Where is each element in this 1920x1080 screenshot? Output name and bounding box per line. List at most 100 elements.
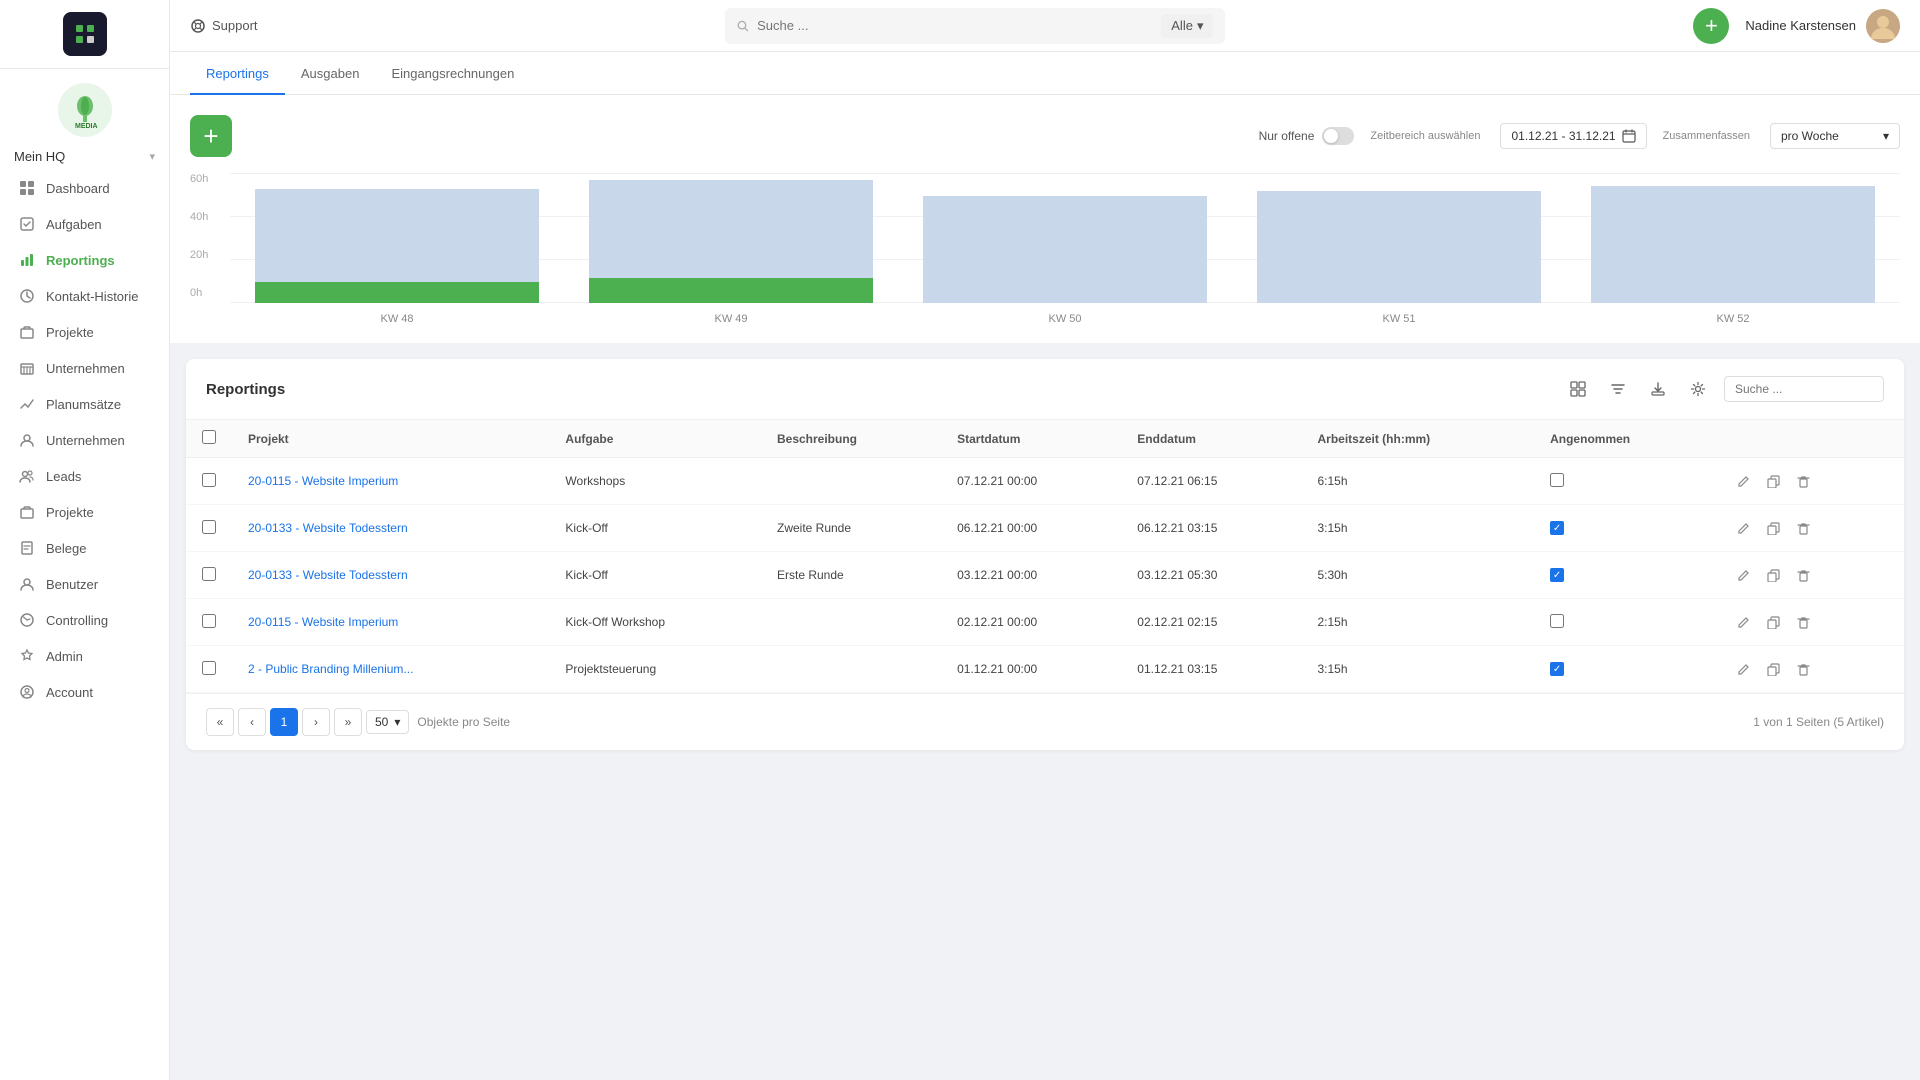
toggle-switch[interactable]: [1322, 127, 1354, 145]
row-checkbox-cell: [186, 552, 232, 599]
cell-actions: [1714, 458, 1904, 505]
add-reporting-button[interactable]: +: [190, 115, 232, 157]
view-toggle-button[interactable]: [1564, 375, 1592, 403]
edit-button[interactable]: [1730, 656, 1756, 682]
delete-button[interactable]: [1790, 468, 1816, 494]
cell-aufgabe: Kick-Off: [549, 552, 761, 599]
cell-beschreibung: [761, 646, 941, 693]
bar-label-kw49: KW 49: [564, 313, 898, 325]
cell-actions: [1714, 599, 1904, 646]
export-button[interactable]: [1644, 375, 1672, 403]
row-checkbox[interactable]: [202, 614, 216, 628]
table-body: 20-0115 - Website ImperiumWorkshops07.12…: [186, 458, 1904, 693]
sidebar-item-benutzer[interactable]: Benutzer: [0, 566, 169, 602]
row-checkbox[interactable]: [202, 520, 216, 534]
sidebar-item-belege[interactable]: Belege: [0, 530, 169, 566]
global-add-button[interactable]: +: [1693, 8, 1729, 44]
sidebar-item-kontakt-historie[interactable]: Kontakt-Historie: [0, 278, 169, 314]
edit-button[interactable]: [1730, 609, 1756, 635]
sidebar-item-admin[interactable]: Admin: [0, 638, 169, 674]
nur-offene-toggle[interactable]: Nur offene: [1259, 127, 1355, 145]
sidebar-item-leads[interactable]: Leads: [0, 458, 169, 494]
copy-button[interactable]: [1760, 515, 1786, 541]
filter-button[interactable]: [1604, 375, 1632, 403]
delete-button[interactable]: [1790, 656, 1816, 682]
sidebar-item-mein-hq[interactable]: Mein HQ ▾: [0, 143, 169, 170]
sidebar-item-dashboard[interactable]: Dashboard: [0, 170, 169, 206]
sidebar-item-unternehmen-top[interactable]: Unternehmen: [0, 350, 169, 386]
copy-button[interactable]: [1760, 656, 1786, 682]
cell-beschreibung: [761, 599, 941, 646]
angenommen-checked[interactable]: ✓: [1550, 568, 1564, 582]
sidebar-item-planumsaetze[interactable]: Planumsätze: [0, 386, 169, 422]
tab-reportings[interactable]: Reportings: [190, 52, 285, 95]
tab-ausgaben[interactable]: Ausgaben: [285, 52, 376, 95]
sidebar-item-projekte-top[interactable]: Projekte: [0, 314, 169, 350]
per-page-dropdown[interactable]: 50 ▾: [366, 710, 409, 734]
page-next-button[interactable]: ›: [302, 708, 330, 736]
sidebar-item-account[interactable]: Account: [0, 674, 169, 710]
angenommen-checkbox[interactable]: [1550, 473, 1564, 487]
date-range-value: 01.12.21 - 31.12.21: [1511, 129, 1615, 143]
search-container: Alle ▾: [725, 8, 1225, 44]
sidebar-label-unternehmen: Unternehmen: [46, 433, 125, 448]
sidebar-item-unternehmen[interactable]: Unternehmen: [0, 422, 169, 458]
table-search-input[interactable]: [1724, 376, 1884, 402]
page-prev-button[interactable]: ‹: [238, 708, 266, 736]
copy-button[interactable]: [1760, 468, 1786, 494]
zusammenfassen-dropdown[interactable]: pro Woche ▾: [1770, 123, 1900, 149]
delete-button[interactable]: [1790, 609, 1816, 635]
toggle-knob: [1324, 129, 1338, 143]
row-checkbox[interactable]: [202, 661, 216, 675]
pagination-info: 1 von 1 Seiten (5 Artikel): [1753, 715, 1884, 729]
main-area: Support Alle ▾ + Nadine Karstensen: [170, 0, 1920, 1080]
col-enddatum: Enddatum: [1121, 420, 1301, 458]
sidebar-item-projekte[interactable]: Projekte: [0, 494, 169, 530]
settings-button[interactable]: [1684, 375, 1712, 403]
page-last-button[interactable]: »: [334, 708, 362, 736]
user-avatar[interactable]: [1866, 9, 1900, 43]
benutzer-icon: [18, 575, 36, 593]
sidebar-item-controlling[interactable]: Controlling: [0, 602, 169, 638]
angenommen-checked[interactable]: ✓: [1550, 662, 1564, 676]
angenommen-checkbox[interactable]: [1550, 614, 1564, 628]
edit-button[interactable]: [1730, 515, 1756, 541]
cell-arbeitszeit: 3:15h: [1302, 646, 1535, 693]
reports-tools: [1564, 375, 1884, 403]
cell-startdatum: 06.12.21 00:00: [941, 505, 1121, 552]
delete-button[interactable]: [1790, 562, 1816, 588]
select-all-checkbox[interactable]: [202, 430, 216, 444]
copy-button[interactable]: [1760, 562, 1786, 588]
support-nav[interactable]: Support: [190, 18, 258, 34]
cell-enddatum: 03.12.21 05:30: [1121, 552, 1301, 599]
col-arbeitszeit: Arbeitszeit (hh:mm): [1302, 420, 1535, 458]
search-input[interactable]: [757, 18, 1153, 33]
company-logo: MEDIA GMBH: [58, 83, 112, 137]
date-range-button[interactable]: 01.12.21 - 31.12.21: [1500, 123, 1646, 149]
col-beschreibung: Beschreibung: [761, 420, 941, 458]
bar-kw52: [1591, 186, 1875, 303]
bar-kw48: [255, 189, 539, 303]
sidebar-label-kontakt: Kontakt-Historie: [46, 289, 138, 304]
page-1-button[interactable]: 1: [270, 708, 298, 736]
copy-button[interactable]: [1760, 609, 1786, 635]
sidebar-label-leads: Leads: [46, 469, 81, 484]
edit-button[interactable]: [1730, 468, 1756, 494]
page-first-button[interactable]: «: [206, 708, 234, 736]
col-aufgabe: Aufgabe: [549, 420, 761, 458]
sidebar-label-benutzer: Benutzer: [46, 577, 98, 592]
angenommen-checked[interactable]: ✓: [1550, 521, 1564, 535]
edit-button[interactable]: [1730, 562, 1756, 588]
sidebar-item-reportings[interactable]: Reportings: [0, 242, 169, 278]
cell-aufgabe: Kick-Off Workshop: [549, 599, 761, 646]
tab-eingangsrechnungen[interactable]: Eingangsrechnungen: [375, 52, 530, 95]
search-filter-dropdown[interactable]: Alle ▾: [1161, 14, 1213, 38]
sidebar-label-planumsaetze: Planumsätze: [46, 397, 121, 412]
row-checkbox[interactable]: [202, 567, 216, 581]
row-checkbox[interactable]: [202, 473, 216, 487]
cell-projekt: 20-0115 - Website Imperium: [232, 458, 549, 505]
sidebar-item-aufgaben[interactable]: Aufgaben: [0, 206, 169, 242]
bar-kw50: [923, 196, 1207, 303]
projekte-icon: [18, 503, 36, 521]
delete-button[interactable]: [1790, 515, 1816, 541]
